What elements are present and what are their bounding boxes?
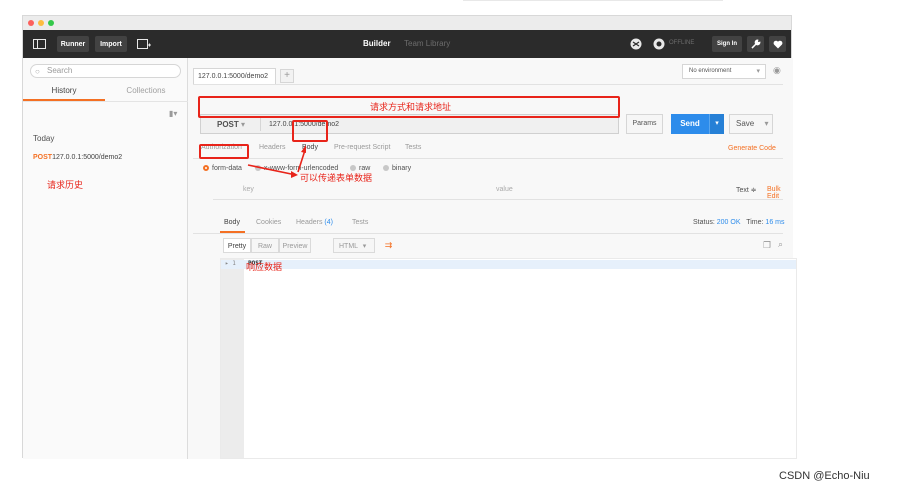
radio-indicator (383, 165, 389, 171)
annotation-method-url: 请求方式和请求地址 (370, 103, 452, 113)
wrap-lines-icon[interactable]: ⇉ (381, 238, 396, 253)
copy-icon[interactable]: ❐ (763, 240, 771, 251)
send-button[interactable]: Send (671, 114, 709, 134)
request-builder: 127.0.0.1:5000/demo2 + No environment ▾ … (188, 58, 797, 459)
sign-in-button[interactable]: Sign In (712, 36, 742, 52)
maximize-window-button[interactable] (48, 20, 54, 26)
trash-icon[interactable]: ▮▾ (169, 109, 177, 118)
history-item[interactable]: POST127.0.0.1:5000/demo2 (33, 154, 122, 161)
method-chevron-icon: ▾ (241, 120, 246, 129)
runner-button[interactable]: Runner (57, 36, 89, 52)
environment-label: No environment (689, 68, 732, 74)
value-input[interactable]: value (496, 186, 513, 193)
text-type-toggle[interactable]: Text ≑ (736, 186, 757, 194)
history-item-method: POST (33, 154, 53, 161)
response-headers-count: (4) (324, 219, 333, 226)
format-chevron-icon: ▾ (362, 243, 367, 250)
eye-icon[interactable]: ◉ (773, 65, 781, 76)
search-icon: ○ (35, 67, 40, 76)
request-tab[interactable]: 127.0.0.1:5000/demo2 (193, 68, 276, 84)
annotation-box-form-data (199, 144, 249, 159)
new-tab-icon[interactable] (134, 36, 154, 52)
response-divider (193, 233, 783, 234)
tab-history[interactable]: History (23, 86, 105, 95)
response-editor[interactable]: ▸ 1 POST (220, 258, 797, 459)
format-language-label: HTML (339, 243, 358, 250)
tab-divider (193, 84, 783, 85)
format-language-select[interactable]: HTML ▾ (333, 238, 375, 253)
sidebar-divider (23, 101, 188, 102)
annotation-arrows (247, 145, 306, 178)
status-readout: Status: 200 OK Time: 16 ms (693, 219, 784, 226)
watermark: CSDN @Echo-Niu (779, 470, 870, 482)
radio-binary[interactable]: binary (383, 165, 411, 172)
response-tab-body[interactable]: Body (224, 219, 240, 226)
response-tab-headers[interactable]: Headers (4) (296, 219, 333, 226)
save-button[interactable]: Save ▾ (729, 114, 773, 134)
send-options-chevron-icon[interactable]: ▾ (709, 114, 724, 134)
response-tab-tests[interactable]: Tests (352, 219, 368, 226)
radio-form-data-label: form-data (212, 165, 242, 172)
close-window-button[interactable] (28, 20, 34, 26)
method-select[interactable]: POST ▾ (205, 118, 261, 131)
minimize-window-button[interactable] (38, 20, 44, 26)
tab-tests[interactable]: Tests (405, 144, 421, 151)
method-label: POST (217, 120, 239, 129)
search-icon[interactable]: ⌕ (778, 239, 783, 250)
save-label: Save (736, 119, 755, 128)
postman-window: Runner Import Builder Team Library OFFLI… (22, 15, 797, 459)
page-top-edge (463, 0, 723, 1)
offline-label: OFFLINE (669, 40, 695, 46)
time-value: 16 ms (765, 219, 785, 226)
format-preview-button[interactable]: Preview (279, 238, 311, 253)
format-pretty-button[interactable]: Pretty (223, 238, 251, 253)
tab-pre-request-script[interactable]: Pre-request Script (334, 144, 390, 151)
tab-team-library[interactable]: Team Library (404, 39, 450, 48)
key-input[interactable]: key (243, 186, 254, 193)
format-raw-button[interactable]: Raw (251, 238, 279, 253)
generate-code-link[interactable]: Generate Code (728, 145, 776, 152)
time-label: Time: (746, 219, 764, 226)
annotation-box-body-tab (292, 120, 328, 142)
title-bar (23, 16, 791, 30)
save-chevron-icon: ▾ (764, 119, 769, 128)
line-gutter (221, 259, 244, 458)
tab-builder[interactable]: Builder (363, 39, 391, 48)
annotation-history: 请求历史 (47, 181, 84, 191)
add-tab-button[interactable]: + (280, 69, 294, 83)
tab-collections[interactable]: Collections (105, 86, 187, 95)
key-value-divider (213, 199, 783, 200)
radio-selected-indicator (203, 165, 209, 171)
annotation-response: 响应数据 (246, 263, 283, 273)
search-placeholder: Search (47, 66, 73, 75)
active-line-highlight (221, 260, 796, 269)
status-label: Status: (693, 219, 715, 226)
line-number-value: 1 (232, 260, 236, 267)
sidebar-toggle-icon[interactable] (29, 36, 49, 52)
chevron-down-icon: ▾ (756, 68, 760, 75)
sync-status-icon[interactable] (649, 36, 669, 52)
annotation-form-data: 可以传递表单数据 (300, 174, 373, 184)
sidebar-search-input[interactable]: ○ Search (30, 64, 181, 78)
response-tab-cookies[interactable]: Cookies (256, 219, 281, 226)
status-value: 200 OK (716, 219, 741, 226)
response-headers-label: Headers (296, 219, 323, 226)
history-group-today: Today (33, 134, 55, 143)
environment-select[interactable]: No environment ▾ (682, 64, 766, 79)
params-button[interactable]: Params (626, 114, 663, 134)
main-toolbar: Runner Import Builder Team Library OFFLI… (23, 30, 791, 58)
line-number: ▸ 1 (225, 260, 236, 267)
radio-binary-label: binary (392, 165, 412, 172)
interceptor-icon[interactable] (626, 36, 646, 52)
history-item-url: 127.0.0.1:5000/demo2 (52, 154, 123, 161)
bulk-edit-link[interactable]: Bulk Edit (767, 186, 793, 200)
heart-icon[interactable] (769, 36, 786, 52)
sidebar: ○ Search History Collections ▮▾ Today PO… (23, 58, 188, 459)
radio-form-data[interactable]: form-data (203, 165, 242, 172)
import-button[interactable]: Import (95, 36, 127, 52)
settings-wrench-icon[interactable] (747, 36, 764, 52)
